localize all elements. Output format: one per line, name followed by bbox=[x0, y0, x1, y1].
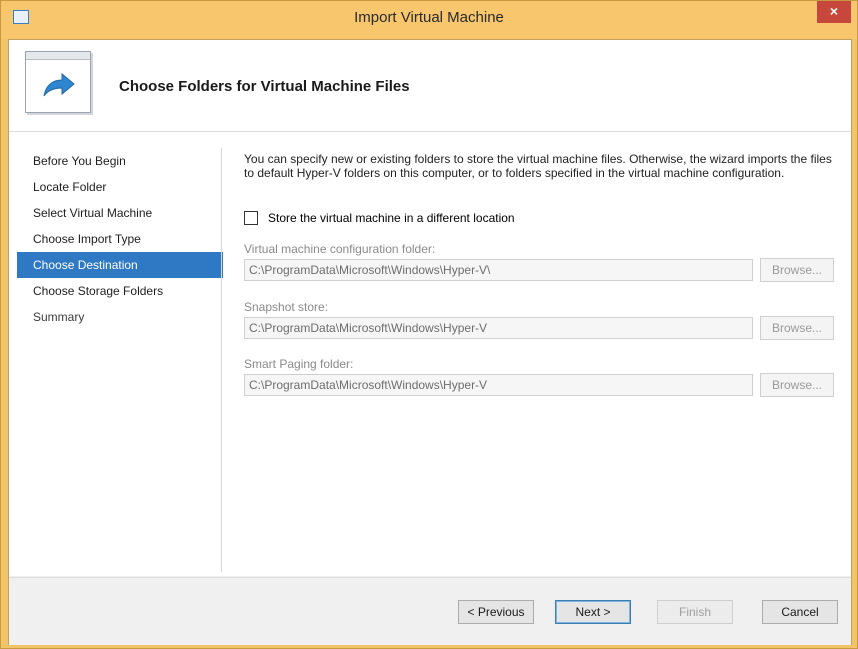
page-title: Choose Folders for Virtual Machine Files bbox=[119, 78, 410, 95]
nav-item-summary[interactable]: Summary bbox=[17, 304, 223, 330]
config-folder-field[interactable]: C:\ProgramData\Microsoft\Windows\Hyper-V… bbox=[244, 259, 753, 281]
close-button[interactable]: × bbox=[817, 1, 851, 23]
store-location-label[interactable]: Store the virtual machine in a different… bbox=[268, 211, 515, 225]
finish-button[interactable]: Finish bbox=[657, 600, 733, 624]
wizard-client-area: Choose Folders for Virtual Machine Files… bbox=[8, 39, 852, 645]
smart-paging-label: Smart Paging folder: bbox=[244, 357, 354, 371]
nav-item-before-you-begin[interactable]: Before You Begin bbox=[17, 148, 223, 174]
snapshot-store-label: Snapshot store: bbox=[244, 300, 329, 314]
nav-item-choose-storage-folders[interactable]: Choose Storage Folders bbox=[17, 278, 223, 304]
import-vm-window: Import Virtual Machine × Choose Folders … bbox=[0, 0, 858, 649]
config-folder-browse-button[interactable]: Browse... bbox=[760, 258, 834, 282]
next-button[interactable]: Next > bbox=[555, 600, 631, 624]
title-bar: Import Virtual Machine × bbox=[1, 1, 857, 39]
description-text: You can specify new or existing folders … bbox=[244, 152, 832, 180]
previous-button[interactable]: < Previous bbox=[458, 600, 534, 624]
snapshot-store-field[interactable]: C:\ProgramData\Microsoft\Windows\Hyper-V bbox=[244, 317, 753, 339]
cancel-button[interactable]: Cancel bbox=[762, 600, 838, 624]
nav-item-select-virtual-machine[interactable]: Select Virtual Machine bbox=[17, 200, 223, 226]
wizard-step-list: Before You Begin Locate Folder Select Vi… bbox=[17, 148, 223, 330]
nav-divider bbox=[221, 148, 222, 572]
nav-item-choose-destination[interactable]: Choose Destination bbox=[17, 252, 223, 278]
config-folder-label: Virtual machine configuration folder: bbox=[244, 242, 436, 256]
import-arrow-icon bbox=[25, 51, 91, 113]
wizard-content: Before You Begin Locate Folder Select Vi… bbox=[9, 132, 851, 576]
smart-paging-field[interactable]: C:\ProgramData\Microsoft\Windows\Hyper-V bbox=[244, 374, 753, 396]
wizard-footer: < Previous Next > Finish Cancel bbox=[9, 577, 851, 645]
wizard-header: Choose Folders for Virtual Machine Files bbox=[9, 40, 851, 132]
window-title: Import Virtual Machine bbox=[354, 9, 504, 26]
snapshot-store-browse-button[interactable]: Browse... bbox=[760, 316, 834, 340]
smart-paging-browse-button[interactable]: Browse... bbox=[760, 373, 834, 397]
store-location-checkbox[interactable] bbox=[244, 211, 258, 225]
destination-pane: You can specify new or existing folders … bbox=[244, 152, 834, 397]
nav-item-locate-folder[interactable]: Locate Folder bbox=[17, 174, 223, 200]
nav-item-choose-import-type[interactable]: Choose Import Type bbox=[17, 226, 223, 252]
